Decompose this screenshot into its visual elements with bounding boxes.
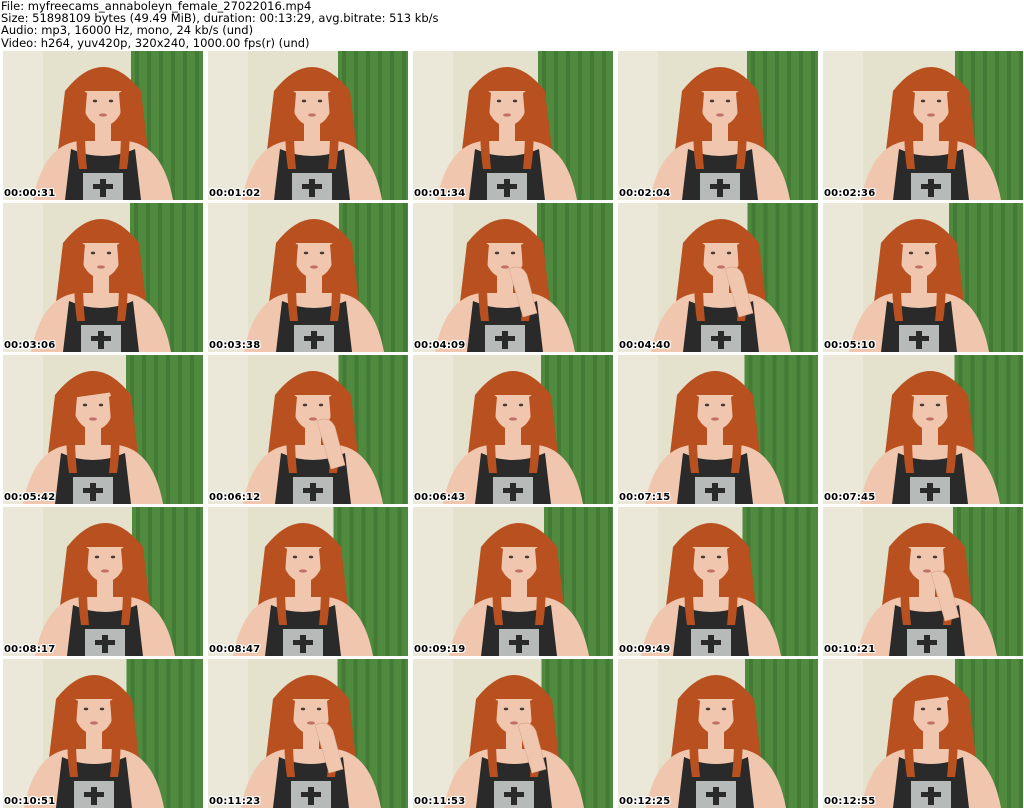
video-thumbnail: 00:04:09 — [413, 203, 613, 352]
video-thumbnail: 00:05:10 — [823, 203, 1023, 352]
video-thumbnail: 00:03:38 — [208, 203, 408, 352]
thumbnail-frame-image — [823, 51, 1023, 200]
thumbnail-frame-image — [413, 203, 613, 352]
thumbnail-grid: 00:00:31 00:01:02 00:01:34 00:02:04 00:02:36… — [3, 51, 1023, 809]
video-thumbnail: 00:07:15 — [618, 355, 818, 504]
thumbnail-frame-image — [413, 51, 613, 200]
video-thumbnail: 00:06:43 — [413, 355, 613, 504]
thumbnail-timestamp: 00:05:10 — [824, 340, 876, 351]
thumbnail-timestamp: 00:07:45 — [824, 492, 876, 503]
thumbnail-timestamp: 00:04:09 — [414, 340, 466, 351]
video-thumbnail: 00:08:17 — [3, 507, 203, 656]
thumbnail-timestamp: 00:09:49 — [619, 644, 671, 655]
thumbnail-timestamp: 00:06:12 — [209, 492, 261, 503]
thumbnail-frame-image — [618, 659, 818, 808]
file-info-header: File: myfreecams_annaboleyn_female_27022… — [1, 0, 1021, 49]
thumbnail-frame-image — [3, 203, 203, 352]
video-thumbnail: 00:12:25 — [618, 659, 818, 808]
thumbnail-frame-image — [208, 203, 408, 352]
thumbnail-frame-image — [413, 507, 613, 656]
video-thumbnail: 00:04:40 — [618, 203, 818, 352]
thumbnail-frame-image — [208, 355, 408, 504]
thumbnail-frame-image — [618, 203, 818, 352]
video-info-line: Video: h264, yuv420p, 320x240, 1000.00 f… — [1, 35, 310, 50]
video-thumbnail: 00:10:51 — [3, 659, 203, 808]
thumbnail-frame-image — [823, 507, 1023, 656]
thumbnail-timestamp: 00:03:06 — [4, 340, 56, 351]
video-thumbnail: 00:06:12 — [208, 355, 408, 504]
thumbnail-frame-image — [618, 51, 818, 200]
thumbnail-timestamp: 00:01:02 — [209, 188, 261, 199]
thumbnail-timestamp: 00:10:21 — [824, 644, 876, 655]
thumbnail-frame-image — [3, 51, 203, 200]
video-thumbnail: 00:05:42 — [3, 355, 203, 504]
thumbnail-timestamp: 00:01:34 — [414, 188, 466, 199]
thumbnail-frame-image — [413, 355, 613, 504]
thumbnail-timestamp: 00:10:51 — [4, 796, 56, 807]
video-thumbnail: 00:01:34 — [413, 51, 613, 200]
thumbnail-timestamp: 00:02:36 — [824, 188, 876, 199]
video-thumbnail: 00:09:19 — [413, 507, 613, 656]
thumbnail-frame-image — [823, 355, 1023, 504]
thumbnail-frame-image — [618, 355, 818, 504]
video-thumbnail: 00:10:21 — [823, 507, 1023, 656]
thumbnail-frame-image — [208, 51, 408, 200]
thumbnail-timestamp: 00:06:43 — [414, 492, 466, 503]
video-thumbnail: 00:02:04 — [618, 51, 818, 200]
thumbnail-frame-image — [618, 507, 818, 656]
video-thumbnail: 00:02:36 — [823, 51, 1023, 200]
audio-info-line: Audio: mp3, 16000 Hz, mono, 24 kb/s (und… — [1, 23, 254, 38]
thumbnail-frame-image — [3, 355, 203, 504]
thumbnail-frame-image — [823, 203, 1023, 352]
thumbnail-timestamp: 00:12:25 — [619, 796, 671, 807]
thumbnail-timestamp: 00:12:55 — [824, 796, 876, 807]
thumbnail-frame-image — [208, 507, 408, 656]
thumbnail-timestamp: 00:08:17 — [4, 644, 56, 655]
video-thumbnail: 00:07:45 — [823, 355, 1023, 504]
thumbnail-timestamp: 00:11:53 — [414, 796, 466, 807]
thumbnail-timestamp: 00:09:19 — [414, 644, 466, 655]
video-thumbnail: 00:09:49 — [618, 507, 818, 656]
thumbnail-timestamp: 00:00:31 — [4, 188, 56, 199]
thumbnail-frame-image — [3, 659, 203, 808]
video-thumbnail: 00:11:23 — [208, 659, 408, 808]
video-thumbnail: 00:00:31 — [3, 51, 203, 200]
video-thumbnail: 00:01:02 — [208, 51, 408, 200]
thumbnail-timestamp: 00:02:04 — [619, 188, 671, 199]
thumbnail-timestamp: 00:11:23 — [209, 796, 261, 807]
video-thumbnail: 00:03:06 — [3, 203, 203, 352]
thumbnail-frame-image — [208, 659, 408, 808]
video-thumbnail: 00:08:47 — [208, 507, 408, 656]
thumbnail-frame-image — [413, 659, 613, 808]
video-thumbnail: 00:11:53 — [413, 659, 613, 808]
thumbnail-frame-image — [823, 659, 1023, 808]
thumbnail-timestamp: 00:03:38 — [209, 340, 261, 351]
thumbnail-timestamp: 00:04:40 — [619, 340, 671, 351]
video-thumbnail: 00:12:55 — [823, 659, 1023, 808]
thumbnail-timestamp: 00:08:47 — [209, 644, 261, 655]
thumbnail-timestamp: 00:05:42 — [4, 492, 56, 503]
thumbnail-timestamp: 00:07:15 — [619, 492, 671, 503]
thumbnail-frame-image — [3, 507, 203, 656]
